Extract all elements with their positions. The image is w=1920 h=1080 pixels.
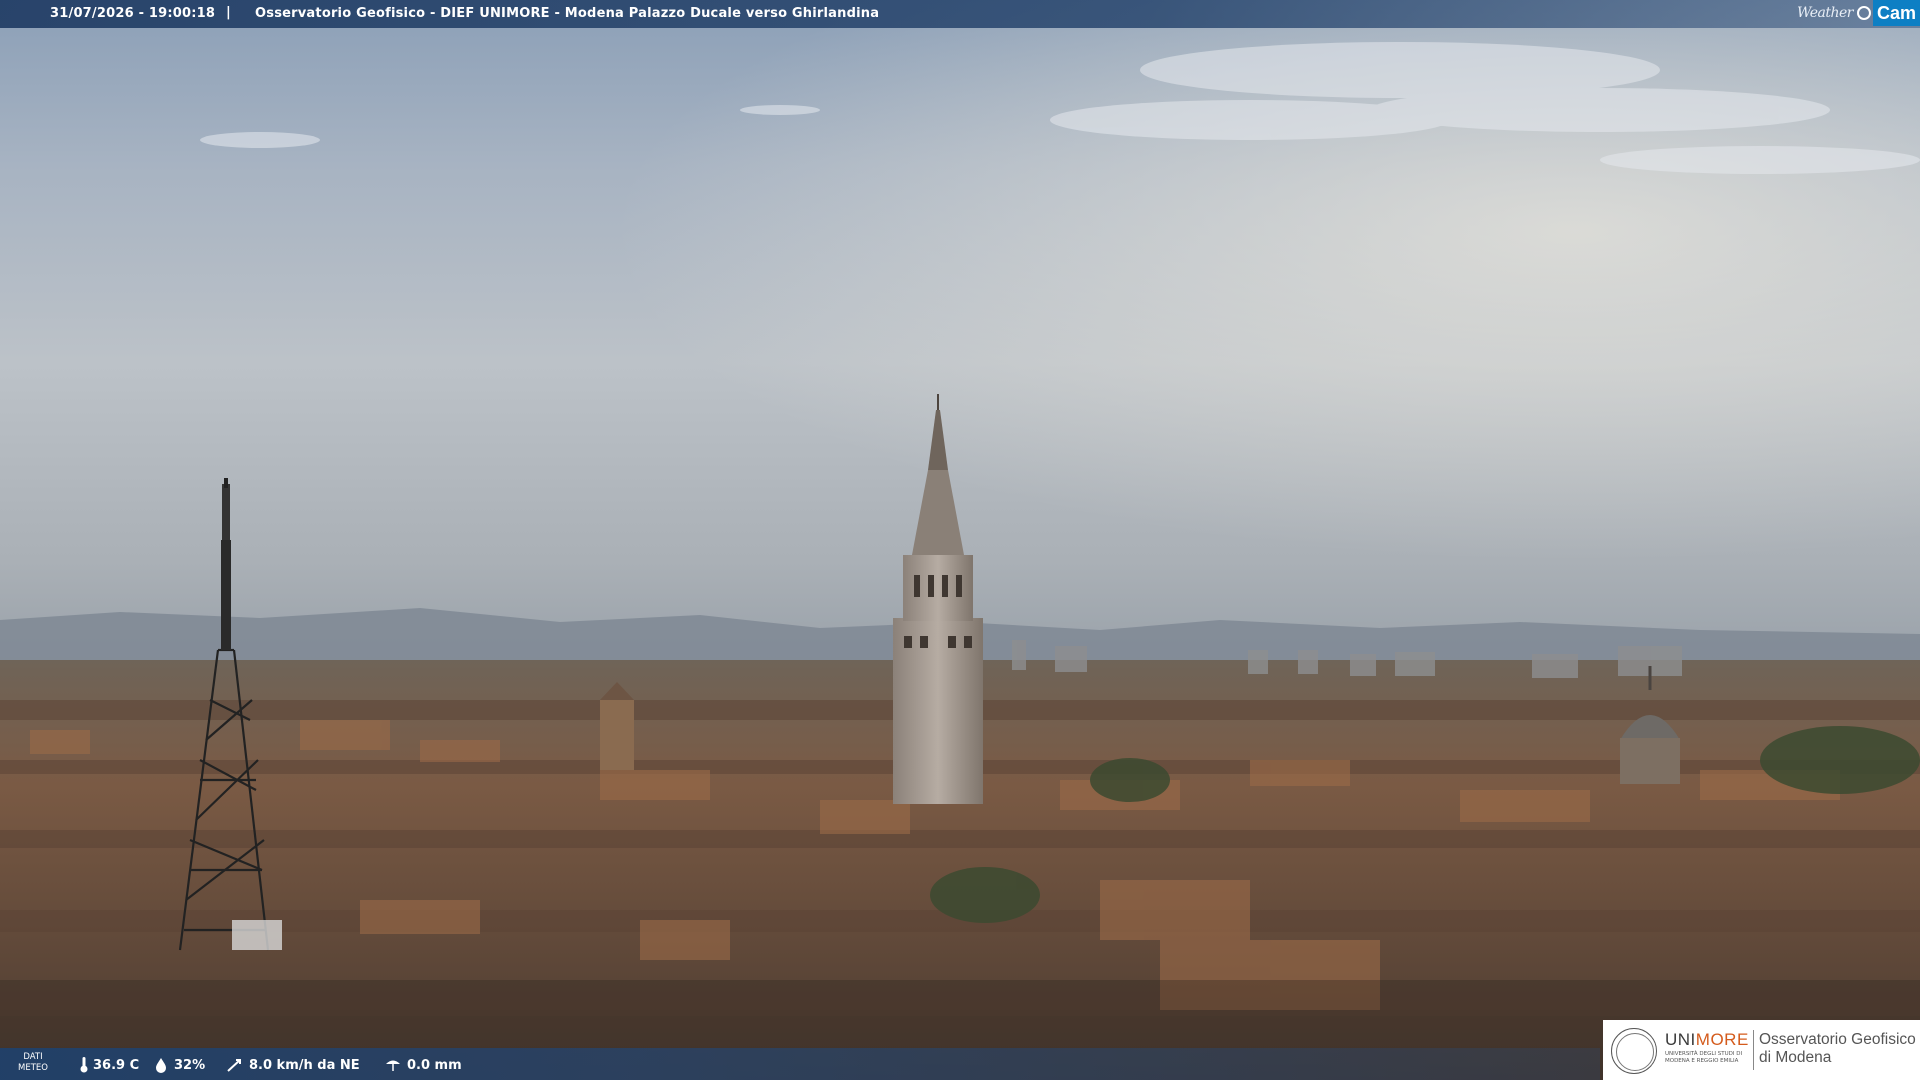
rain-icon [386,1060,400,1071]
logo-divider [1753,1030,1754,1070]
rain-reading: 0.0 mm [384,1057,462,1073]
unimore-observatory-logo: UNIMORE UNIVERSITÀ DEGLI STUDI DI MODENA… [1603,1020,1920,1080]
observatory-line1: Osservatorio Geofisico [1759,1031,1916,1048]
humidity-value: 32% [174,1057,206,1073]
university-seal-icon [1611,1028,1657,1074]
observatory-line2: di Modena [1759,1049,1832,1066]
wind-value: 8.0 km/h da NE [249,1057,360,1073]
meteo-label-line1: DATI [23,1052,43,1062]
weathercam-logo: Weather Cam [1791,0,1920,26]
cam-text: Cam [1872,0,1920,26]
weather-text: Weather [1796,5,1854,21]
camera-title: Osservatorio Geofisico - DIEF UNIMORE - … [255,6,880,21]
wind-reading: 8.0 km/h da NE [226,1057,360,1073]
meteo-label-line2: METEO [18,1063,48,1073]
temperature-reading: 36.9 C [80,1057,139,1073]
meteo-label: DATI METEO [18,1052,48,1074]
top-info-bar: 31/07/2026 - 19:00:18 | Osservatorio Geo… [0,0,1920,28]
temperature-value: 36.9 C [93,1057,140,1073]
wind-icon [227,1059,241,1072]
observatory-name: Osservatorio Geofisico di Modena [1759,1031,1916,1067]
university-subtitle: UNIVERSITÀ DEGLI STUDI DI MODENA E REGGI… [1665,1051,1743,1064]
cam-lens-icon [1856,6,1871,20]
unimore-wordmark: UNIMORE [1665,1030,1749,1049]
header-separator: | [226,5,231,20]
timestamp: 31/07/2026 - 19:00:18 [50,6,216,21]
humidity-drop-icon [156,1058,166,1073]
thermometer-icon [80,1057,88,1073]
rain-value: 0.0 mm [407,1057,462,1073]
humidity-reading: 32% [153,1057,205,1073]
webcam-scene [0,0,1920,1080]
meteo-data-bar: DATI METEO 36.9 C 32% 8.0 km/h da NE 0.0… [0,1048,1600,1080]
